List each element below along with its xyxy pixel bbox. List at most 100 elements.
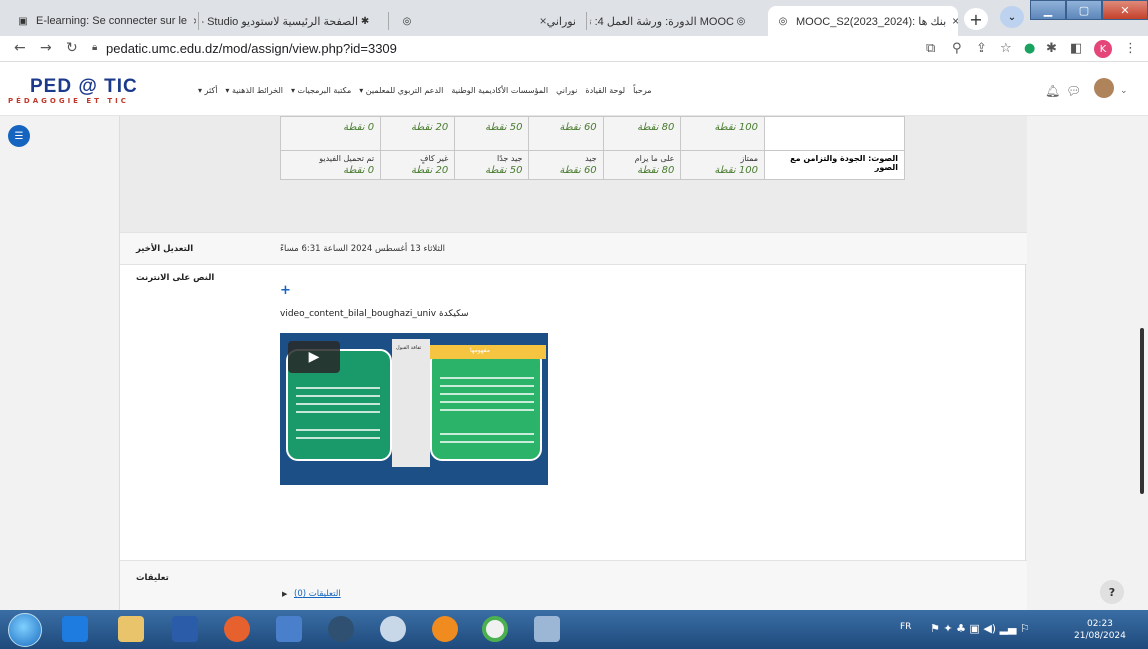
- rubric-level-label: جيد: [585, 154, 597, 163]
- rubric-level[interactable]: 80 نقطة: [602, 116, 682, 151]
- back-icon[interactable]: ←: [14, 40, 26, 56]
- rubric-level[interactable]: غير كافٍ 20 نقطة: [380, 150, 456, 180]
- menu-item-mind-maps[interactable]: الخرائط الذهنية ▾: [225, 86, 283, 95]
- page-scrollbar[interactable]: [1136, 116, 1148, 610]
- rubric-level[interactable]: ممتاز 100 نقطة: [680, 150, 765, 180]
- rubric-level[interactable]: تم تحميل الفيديو 0 نقطة: [279, 150, 382, 180]
- site-navbar: PED @ TIC PÉDAGOGIE ET TIC مرحباً لوحة ا…: [0, 62, 1148, 116]
- rubric-level[interactable]: 60 نقطة: [528, 116, 604, 151]
- menu-item-welcome[interactable]: مرحباً: [633, 86, 652, 95]
- globe-icon: ◎: [778, 15, 788, 27]
- extensions-puzzle-icon[interactable]: ✱: [1046, 41, 1057, 56]
- rubric-points: 0 نقطة: [343, 122, 375, 133]
- rubric-points: 80 نقطة: [637, 122, 675, 133]
- app-icon[interactable]: [224, 616, 250, 642]
- rubric-level[interactable]: 0 نقطة: [279, 116, 382, 151]
- tab-nourani[interactable]: نوراني ×: [520, 6, 584, 36]
- rubric-points: 50 نقطة: [485, 165, 523, 176]
- tray-icons[interactable]: ⚑ ✦ ♣ ▣ ◀) ▂▄ ⚐: [930, 622, 1030, 635]
- video-slide-right: [430, 349, 542, 461]
- close-icon[interactable]: ×: [534, 14, 547, 28]
- tab-title: E-learning: Se connecter sur le: [36, 15, 188, 27]
- extension-icon[interactable]: ●: [1024, 41, 1035, 56]
- internet-explorer-icon[interactable]: [62, 616, 88, 642]
- rubric-level[interactable]: جيد جدًا 50 نقطة: [454, 150, 530, 180]
- expand-plus-icon[interactable]: +: [280, 283, 291, 298]
- site-logo-subtitle: PÉDAGOGIE ET TIC: [8, 97, 129, 105]
- online-text-row: النص على الانترنت + video_content_bilal_…: [120, 264, 1027, 560]
- share-icon[interactable]: ⇪: [976, 41, 987, 56]
- word-icon[interactable]: [276, 616, 302, 642]
- user-avatar[interactable]: [1094, 78, 1114, 98]
- main-menu: مرحباً لوحة القيادة نوراني المؤسسات الأك…: [190, 86, 652, 95]
- rubric-level[interactable]: على ما يرام 80 نقطة: [602, 150, 682, 180]
- chrome-icon[interactable]: [482, 616, 508, 642]
- tab-mooc-s2[interactable]: ◎ MOOC_S2(2023_2024): بنك ها ×: [768, 6, 958, 36]
- rubric-level[interactable]: جيد 60 نقطة: [528, 150, 604, 180]
- video-player[interactable]: ثقافة القبول مفهومها ▶: [280, 333, 548, 485]
- scrollbar-thumb[interactable]: [1140, 328, 1144, 494]
- close-icon[interactable]: ×: [946, 14, 958, 28]
- media-icon[interactable]: [328, 616, 354, 642]
- minimize-button[interactable]: ▁: [1030, 0, 1066, 20]
- start-button[interactable]: [8, 613, 42, 647]
- rubric-level[interactable]: 20 نقطة: [380, 116, 456, 151]
- rubric-level[interactable]: 50 نقطة: [454, 116, 530, 151]
- notifications-icon[interactable]: 🔔︎: [1045, 84, 1060, 98]
- close-icon[interactable]: ×: [187, 14, 196, 28]
- app-icon[interactable]: [380, 616, 406, 642]
- rubric-points: 60 نقطة: [559, 165, 597, 176]
- studio-icon: ✱: [360, 15, 370, 27]
- tab-mooc-workshop[interactable]: ◎ MOOC الدورة: ورشة العمل 4: تصميم ×: [590, 6, 762, 36]
- course-index-button[interactable]: ☰: [8, 125, 30, 147]
- menu-item-nourani[interactable]: نوراني: [556, 86, 577, 95]
- site-logo[interactable]: PED @ TIC: [30, 76, 138, 98]
- translate-icon[interactable]: ⧉: [926, 41, 935, 56]
- paint-icon[interactable]: [534, 616, 560, 642]
- rubric-points: 20 نقطة: [410, 165, 449, 176]
- rubric-points: 100 نقطة: [714, 165, 758, 176]
- menu-kebab-icon[interactable]: ⋮: [1124, 41, 1137, 56]
- chevron-down-icon[interactable]: ⌄: [1120, 86, 1128, 96]
- rubric-level-label: غير كافٍ: [420, 154, 449, 163]
- menu-item-software-library[interactable]: مكتبة البرمجيات ▾: [291, 86, 351, 95]
- zoom-icon[interactable]: ⚲: [952, 41, 962, 56]
- tab-studio[interactable]: ✱ الصفحة الرئيسية لاستوديو T - Studio ×: [202, 6, 386, 36]
- forward-icon[interactable]: →: [40, 40, 52, 56]
- new-tab-button[interactable]: +: [964, 8, 988, 30]
- media-player-icon[interactable]: [172, 616, 198, 642]
- help-button[interactable]: ?: [1100, 580, 1124, 604]
- menu-item-dashboard[interactable]: لوحة القيادة: [585, 86, 625, 95]
- reload-icon[interactable]: ↻: [66, 40, 78, 56]
- play-icon[interactable]: ▶: [288, 341, 340, 373]
- messages-icon[interactable]: 💬︎: [1066, 84, 1081, 98]
- url-field[interactable]: pedatic.umc.edu.dz/mod/assign/view.php?i…: [106, 41, 397, 56]
- tab-search-button[interactable]: ⌄: [1000, 6, 1024, 28]
- lock-icon[interactable]: 🔒︎: [92, 42, 97, 53]
- comments-link[interactable]: التعليقات (0): [294, 589, 341, 599]
- menu-item-teacher-support[interactable]: الدعم التربوي للمعلمين ▾: [359, 86, 443, 95]
- menu-item-institutions[interactable]: المؤسسات الأكاديمية الوطنية: [451, 86, 548, 95]
- windows-taskbar: FR ⚑ ✦ ♣ ▣ ◀) ▂▄ ⚐ 02:23 21/08/2024: [0, 610, 1148, 649]
- page-icon: ▣: [18, 15, 28, 27]
- comments-row: تعليقات ▶ التعليقات (0): [120, 560, 1027, 610]
- maximize-button[interactable]: ▢: [1066, 0, 1102, 20]
- rubric-area: 100 نقطة 80 نقطة 60 نقطة 50 نقطة 20 نقطة…: [120, 116, 1027, 232]
- rubric-level[interactable]: 100 نقطة: [680, 116, 765, 151]
- language-indicator[interactable]: FR: [900, 622, 911, 632]
- video-center-title: ثقافة القبول: [396, 345, 422, 351]
- file-explorer-icon[interactable]: [118, 616, 144, 642]
- tab-title: MOOC_S2(2023_2024): بنك ها: [796, 15, 947, 28]
- window-controls: ▁ ▢ ✕: [1030, 0, 1148, 20]
- bookmark-star-icon[interactable]: ☆: [1000, 41, 1012, 56]
- taskbar-clock[interactable]: 02:23 21/08/2024: [1074, 618, 1126, 642]
- menu-item-more[interactable]: أكثر ▾: [198, 86, 217, 95]
- caret-right-icon[interactable]: ▶: [282, 590, 287, 598]
- window-close-button[interactable]: ✕: [1102, 0, 1148, 20]
- profile-avatar[interactable]: K: [1094, 40, 1112, 58]
- sidepanel-icon[interactable]: ◧: [1070, 41, 1082, 56]
- tab-blank[interactable]: ◎: [392, 6, 520, 36]
- firefox-icon[interactable]: [432, 616, 458, 642]
- last-modified-row: التعديل الأخير الثلاثاء 13 أغسطس 2024 ال…: [120, 232, 1027, 264]
- tab-elearning[interactable]: ▣ E-learning: Se connecter sur le ×: [8, 6, 196, 36]
